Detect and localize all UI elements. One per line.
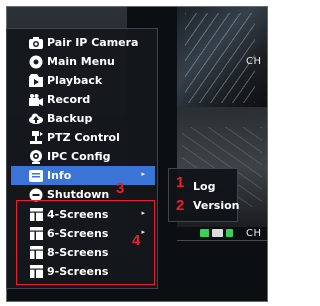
- menu-item-label: Pair IP Camera: [47, 36, 139, 49]
- menu-item-label: Record: [47, 93, 91, 106]
- submenu-arrow-icon: ▸: [141, 170, 145, 178]
- menu-item-label: Info: [47, 169, 72, 182]
- menu-item-playback[interactable]: Playback: [11, 71, 155, 90]
- channel-divider: [177, 240, 267, 241]
- menu-item-label: Backup: [47, 112, 93, 125]
- menu-item-main-menu[interactable]: Main Menu: [11, 52, 155, 71]
- menu-item-label: IPC Config: [47, 150, 111, 163]
- menu-item-info[interactable]: Info ▸: [11, 166, 155, 185]
- camera-icon: [29, 36, 43, 50]
- gear-icon: [29, 55, 43, 69]
- annotation-number-3: 3: [116, 180, 125, 197]
- channel-label-top: CH: [246, 56, 262, 67]
- cloud-backup-icon: [29, 112, 43, 126]
- info-icon: [29, 169, 43, 183]
- menu-item-label: Playback: [47, 74, 103, 87]
- ptz-icon: [29, 130, 43, 145]
- channel-label-bottom: CH: [246, 228, 262, 239]
- menu-item-pair-ip-camera[interactable]: Pair IP Camera: [11, 33, 155, 52]
- annotation-number-2: 2: [176, 197, 185, 214]
- annotation-highlight-box: [16, 200, 155, 285]
- menu-item-record[interactable]: Record: [11, 90, 155, 109]
- ceiling-pattern: [185, 13, 255, 103]
- menu-item-label: PTZ Control: [47, 131, 120, 144]
- menu-item-backup[interactable]: Backup: [11, 109, 155, 128]
- network-status-icon: [226, 229, 233, 237]
- channel-status-icons: [200, 229, 233, 237]
- ipc-config-icon: [29, 149, 43, 164]
- motion-status-icon: [212, 229, 223, 237]
- menu-item-ipc-config[interactable]: IPC Config: [11, 147, 155, 166]
- playback-icon: [29, 74, 43, 88]
- record-icon: [29, 93, 43, 107]
- submenu-item-log[interactable]: Log: [193, 180, 215, 193]
- record-status-icon: [200, 229, 209, 237]
- menu-item-label: Main Menu: [47, 55, 115, 68]
- annotation-number-1: 1: [176, 174, 185, 191]
- menu-item-ptz-control[interactable]: PTZ Control: [11, 128, 155, 147]
- submenu-item-version[interactable]: Version: [193, 199, 240, 212]
